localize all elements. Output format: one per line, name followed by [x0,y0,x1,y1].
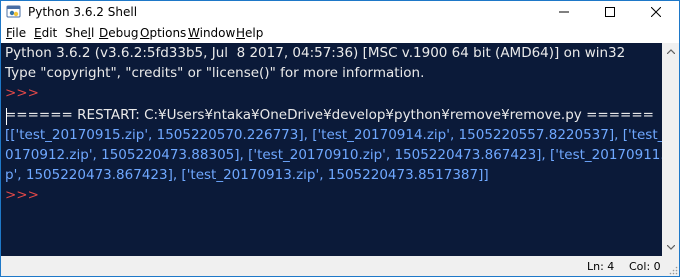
minimize-icon [559,11,569,13]
shell-prompt-1: >>> [5,85,44,101]
close-icon [650,6,662,18]
scroll-up-button[interactable] [662,43,679,60]
menu-edit-label: dit [41,26,58,40]
menu-help-label: elp [245,26,264,40]
scroll-down-arrow-icon [666,244,675,250]
title-bar[interactable]: Python 3.6.2 Shell [1,1,679,24]
close-button[interactable] [633,1,679,24]
status-bar: Ln: 4 Col: 0 [1,256,679,276]
menu-file-label: ile [12,26,27,40]
shell-prompt-2: >>> [5,187,44,203]
menu-shell-label-end: l [90,26,95,40]
menu-debug[interactable]: Debug [99,26,138,41]
menu-edit-access-key: E [34,26,42,40]
result-line-1: [['test_20170915.zip', 1505220570.226773… [5,127,662,143]
minimize-button[interactable] [541,1,587,24]
menu-shell[interactable]: Shell [65,26,94,41]
text-cursor [6,108,7,125]
menu-shell-label-start: She [65,26,88,40]
vertical-scrollbar[interactable] [662,43,679,256]
python-idle-icon [6,5,21,18]
result-line-2: 0170912.zip', 1505220473.88305], ['test_… [5,147,662,163]
banner-line-2: Type "copyright", "credits" or "license(… [5,65,425,81]
menu-options-label: ptions [149,26,187,40]
maximize-button[interactable] [587,1,633,24]
menu-help[interactable]: Help [236,26,263,41]
window-title: Python 3.6.2 Shell [28,5,138,19]
menu-file[interactable]: File [6,26,26,41]
scroll-down-button[interactable] [662,239,679,256]
menu-debug-access-key: D [99,26,109,40]
menu-debug-label: ebug [108,26,139,40]
menu-window[interactable]: Window [188,26,235,41]
result-line-3: p', 1505220473.867423], ['test_20170913.… [5,167,489,183]
scroll-up-arrow-icon [666,49,675,55]
menu-options[interactable]: Options [140,26,186,41]
menu-help-access-key: H [236,26,246,40]
resize-grip-icon[interactable] [668,265,678,275]
menu-bar: File Edit Shell Debug Options Window Hel… [1,24,679,43]
status-column-number: Col: 0 [629,260,661,273]
menu-window-label: indow [199,26,236,40]
menu-edit[interactable]: Edit [34,26,57,41]
maximize-icon [605,7,615,17]
status-line-number: Ln: 4 [587,260,615,273]
banner-line-1: Python 3.6.2 (v3.6.2:5fd33b5, Jul 8 2017… [5,45,626,61]
menu-window-access-key: W [188,26,200,40]
scrollbar-track[interactable] [666,62,675,237]
restart-line: ====== RESTART: C:¥Users¥ntaka¥OneDrive¥… [5,107,654,123]
idle-shell-window: Python 3.6.2 Shell File Edit Shell Debug… [0,0,680,277]
shell-text-area[interactable]: Python 3.6.2 (v3.6.2:5fd33b5, Jul 8 2017… [1,43,662,256]
